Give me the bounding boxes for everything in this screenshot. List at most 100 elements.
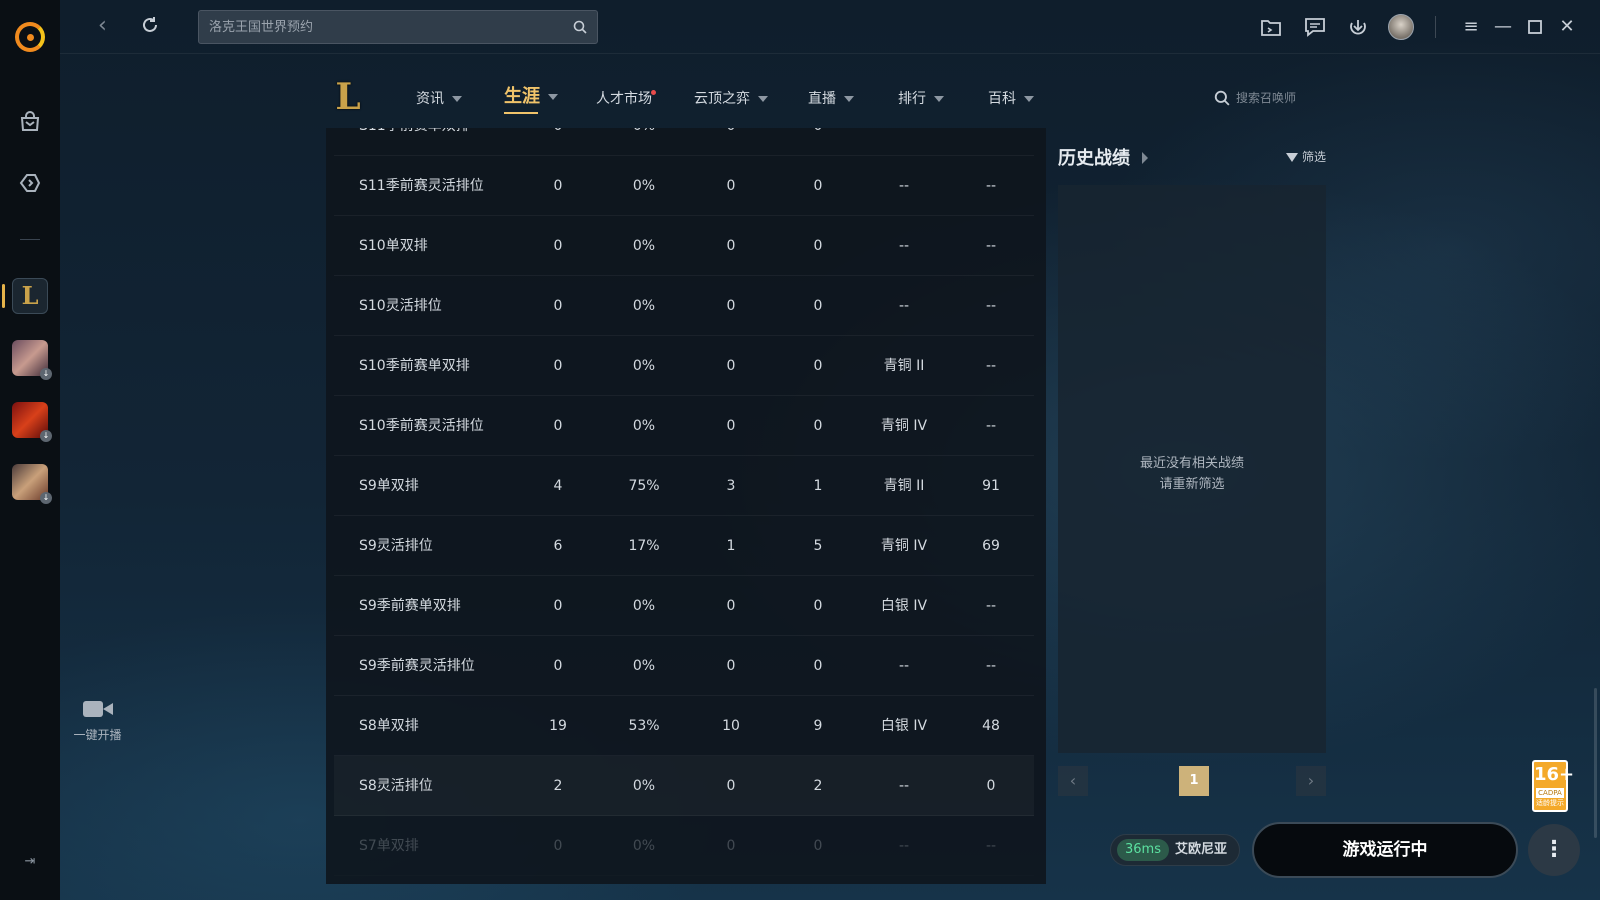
filter-button[interactable]: 筛选 — [1286, 148, 1326, 165]
wegame-logo-icon[interactable] — [15, 22, 45, 52]
server-name: 艾欧尼亚 — [1175, 842, 1228, 857]
table-cell: 0 — [726, 598, 736, 614]
table-cell: 0 — [813, 358, 823, 374]
table-cell: 0 — [813, 238, 823, 254]
download-icon[interactable] — [1345, 14, 1371, 40]
nav-live[interactable]: 直播 — [808, 84, 854, 114]
back-arrow-icon[interactable]: ‹ — [98, 14, 107, 38]
table-cell: 17% — [628, 538, 660, 554]
table-cell: -- — [898, 838, 910, 854]
game-running-button[interactable]: 游戏运行中 — [1252, 822, 1518, 878]
table-cell: 青铜 II — [883, 478, 925, 494]
summoner-search-placeholder[interactable]: 搜索召唤师 — [1236, 89, 1296, 106]
search-icon[interactable] — [573, 20, 587, 34]
collapse-sidebar-icon[interactable]: ⇥ — [21, 854, 39, 870]
table-cell: -- — [985, 178, 997, 194]
game-tag-icon[interactable] — [18, 171, 42, 195]
season-queue-name: S10单双排 — [359, 238, 428, 254]
chevron-right-icon[interactable] — [1142, 152, 1148, 164]
table-cell: 白银 IV — [880, 718, 928, 734]
table-cell: -- — [985, 598, 997, 614]
rail-game-2[interactable]: ↓ — [12, 340, 52, 380]
next-page-button[interactable]: › — [1296, 766, 1326, 796]
minimize-icon[interactable]: — — [1490, 14, 1516, 40]
table-cell: -- — [898, 298, 910, 314]
nav-news[interactable]: 资讯 — [416, 84, 462, 114]
table-cell: 0 — [553, 358, 563, 374]
filter-icon — [1286, 153, 1298, 162]
season-queue-name: S8单双排 — [359, 718, 419, 734]
user-avatar[interactable] — [1388, 14, 1414, 40]
table-cell: 0 — [813, 418, 823, 434]
scrollbar[interactable] — [1594, 688, 1597, 838]
table-cell: 青铜 IV — [880, 418, 928, 434]
nav-news-label: 资讯 — [416, 91, 444, 107]
menu-icon[interactable]: ≡ — [1458, 14, 1484, 40]
table-cell: -- — [985, 658, 997, 674]
topbar-divider — [1435, 16, 1436, 38]
season-queue-name: S11季前赛单双排 — [359, 128, 529, 156]
table-row: S8单双排 19 53% 10 9 白银 IV 48 — [334, 696, 1034, 756]
nav-talent-label: 人才市场 — [596, 91, 652, 107]
table-cell: 0% — [632, 178, 656, 194]
table-cell: 0 — [553, 418, 563, 434]
table-cell: 0% — [632, 238, 656, 254]
stream-label: 一键开播 — [73, 728, 122, 742]
nav-ranking[interactable]: 排行 — [898, 84, 944, 114]
season-queue-name: S9单双排 — [359, 478, 419, 494]
left-rail: L ↓ ↓ ↓ ⇥ — [0, 0, 60, 900]
table-cell: 0 — [726, 358, 736, 374]
global-search-input[interactable] — [209, 11, 559, 43]
notification-dot — [651, 90, 656, 95]
rail-game-lol[interactable]: L — [12, 278, 48, 314]
lol-logo-icon[interactable]: L — [329, 76, 367, 118]
nav-tft[interactable]: 云顶之弈 — [694, 84, 768, 114]
more-options-button[interactable]: ⋮ — [1528, 824, 1580, 876]
age-rating-badge: 16+ CADPA 适龄提示 — [1532, 760, 1574, 812]
rail-game-4[interactable]: ↓ — [12, 464, 52, 504]
table-cell: 0 — [691, 128, 771, 156]
table-cell: 1 — [813, 478, 823, 494]
one-click-stream-button[interactable]: 一键开播 — [60, 700, 135, 743]
table-cell: 0 — [726, 778, 736, 794]
top-bar: ‹ ≡ — ✕ — [60, 0, 1600, 54]
table-cell: 0 — [778, 128, 858, 156]
message-icon[interactable] — [1302, 14, 1328, 40]
table-cell: 2 — [553, 778, 563, 794]
chevron-down-icon — [758, 96, 768, 102]
server-status[interactable]: 36ms 艾欧尼亚 — [1110, 834, 1240, 866]
global-search[interactable] — [198, 10, 598, 44]
page-number[interactable]: 1 — [1179, 766, 1209, 796]
table-cell: 10 — [722, 718, 740, 734]
folder-icon[interactable] — [1258, 14, 1284, 40]
season-queue-name: S10季前赛灵活排位 — [359, 418, 484, 434]
close-icon[interactable]: ✕ — [1554, 14, 1580, 40]
maximize-icon[interactable] — [1522, 14, 1548, 40]
table-cell: 青铜 II — [883, 358, 925, 374]
table-cell: 青铜 IV — [880, 538, 928, 554]
search-icon — [1214, 90, 1230, 106]
nav-career[interactable]: 生涯 — [504, 82, 558, 114]
table-cell: 0 — [986, 778, 996, 794]
download-badge-icon: ↓ — [40, 430, 52, 442]
table-cell: 5 — [813, 538, 823, 554]
table-cell: -- — [898, 778, 910, 794]
prev-page-button[interactable]: ‹ — [1058, 766, 1088, 796]
summoner-search[interactable]: 搜索召唤师 — [1212, 86, 1332, 110]
season-queue-name: S7单双排 — [359, 838, 419, 854]
store-bag-icon[interactable] — [18, 110, 42, 134]
rail-game-3[interactable]: ↓ — [12, 402, 52, 442]
table-cell: 0 — [726, 178, 736, 194]
table-cell: 0 — [553, 298, 563, 314]
download-badge-icon: ↓ — [40, 492, 52, 504]
history-title[interactable]: 历史战绩 — [1058, 144, 1130, 170]
nav-talent-market[interactable]: 人才市场 — [596, 84, 656, 114]
table-cell: 0% — [632, 418, 656, 434]
empty-line-1: 最近没有相关战绩 — [1139, 456, 1244, 471]
nav-wiki[interactable]: 百科 — [988, 84, 1034, 114]
refresh-icon[interactable] — [140, 13, 160, 40]
table-row: S11季前赛单双排00%00---- — [334, 128, 1034, 156]
table-row: S9季前赛灵活排位 0 0% 0 0 -- -- — [334, 636, 1034, 696]
table-cell: 3 — [726, 478, 736, 494]
rail-divider — [20, 239, 40, 240]
